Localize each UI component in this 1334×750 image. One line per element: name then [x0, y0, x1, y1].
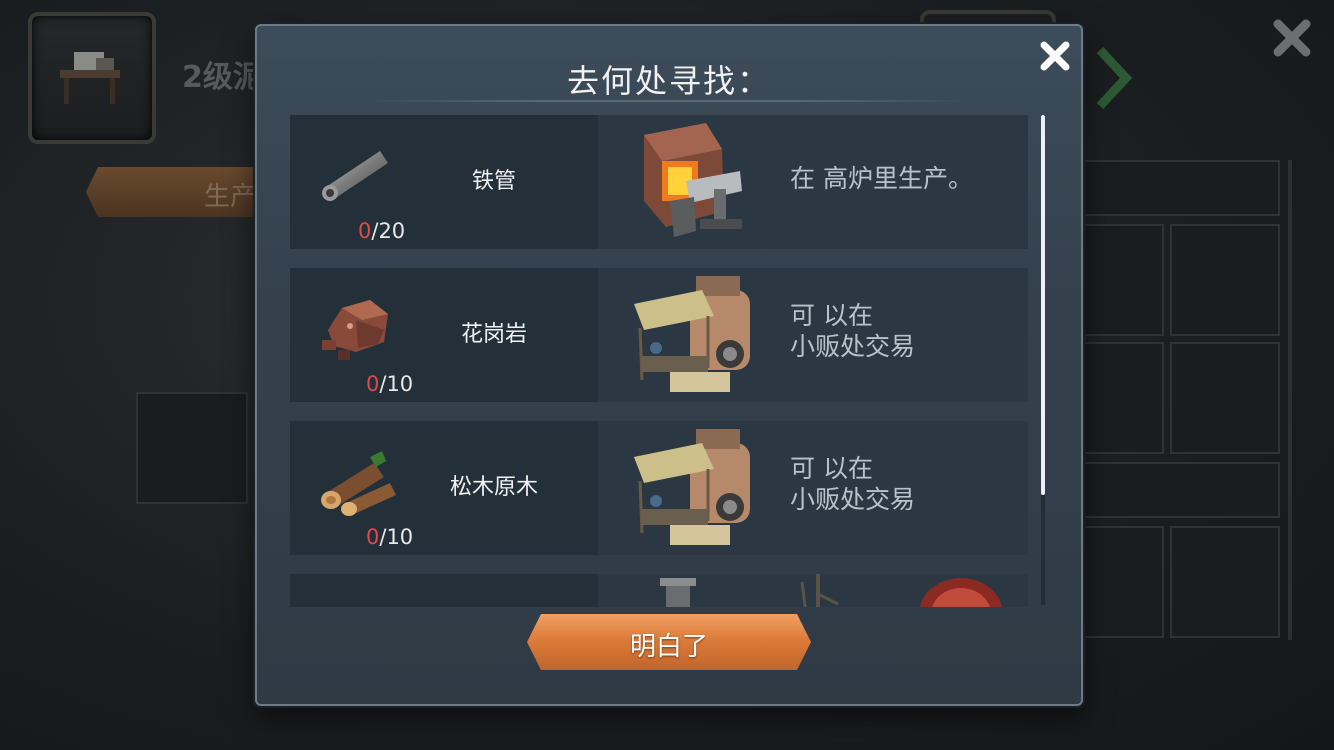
- inventory-slot: [1080, 224, 1164, 336]
- source-cell[interactable]: 可 以在 小贩处交易: [598, 421, 1028, 555]
- list-scrollbar[interactable]: [1041, 115, 1045, 605]
- inventory-slot: [1080, 462, 1280, 518]
- resource-list[interactable]: 铁管 0/20 在 高炉里生产。 花岗岩 0/10 可 以在 小贩处交易 松木原…: [290, 115, 1028, 607]
- item-count: 0/20: [358, 219, 405, 243]
- item-cell: 松木原木 0/10: [290, 421, 598, 555]
- pine-log-icon: [321, 451, 396, 516]
- source-line: 在 高炉里生产。: [790, 164, 973, 193]
- trader-stall-icon: [634, 276, 750, 392]
- source-line: 小贩处交易: [790, 485, 916, 514]
- produce-tab: 生产: [86, 167, 266, 217]
- trader-stall-icon: [634, 429, 750, 545]
- where-to-find-dialog: 去何处寻找： 铁管 0/20 在 高炉里生产。 花岗岩 0/10 可 以在 小贩…: [255, 24, 1083, 706]
- source-cell[interactable]: [598, 574, 1028, 607]
- count-need: /20: [371, 219, 406, 243]
- produce-tab-label: 生产: [204, 182, 257, 212]
- gear-part-icon: [312, 596, 400, 607]
- blast-furnace-icon: [644, 123, 742, 237]
- item-count: 0/10: [366, 372, 413, 396]
- background-title: 2级泥: [182, 60, 263, 95]
- count-have: 0: [366, 525, 380, 549]
- workbench-frame: [28, 12, 156, 144]
- item-cell: [290, 574, 598, 607]
- source-text: 在 高炉里生产。: [790, 163, 1010, 194]
- item-cell: 铁管 0/20: [290, 115, 598, 249]
- workbench-icon: [60, 52, 120, 104]
- inventory-slot: [1170, 342, 1280, 454]
- source-text: 可 以在 小贩处交易: [790, 453, 1010, 515]
- dead-tree-icon: [800, 574, 839, 607]
- count-have: 0: [366, 372, 380, 396]
- source-text: 可 以在 小贩处交易: [790, 300, 1010, 362]
- inventory-slot: [1080, 342, 1164, 454]
- item-name: 松木原木: [449, 475, 538, 500]
- granite-icon: [322, 300, 388, 360]
- background-close-icon: [1273, 19, 1311, 57]
- inventory-slot: [136, 392, 248, 504]
- source-cell[interactable]: 在 高炉里生产。: [598, 115, 1028, 249]
- item-name: 花岗岩: [460, 322, 527, 347]
- meat-icon: [919, 578, 1003, 607]
- item-count: 0/10: [366, 525, 413, 549]
- background-scrollbar: [1288, 160, 1292, 640]
- list-item[interactable]: 铁管 0/20 在 高炉里生产。: [290, 115, 1028, 249]
- source-line: 可 以在: [790, 301, 873, 330]
- iron-pipe-icon: [322, 151, 388, 201]
- inventory-slot: [1080, 160, 1280, 216]
- list-item[interactable]: 花岗岩 0/10 可 以在 小贩处交易: [290, 268, 1028, 402]
- inventory-slot: [1170, 224, 1280, 336]
- source-cell[interactable]: 可 以在 小贩处交易: [598, 268, 1028, 402]
- count-need: /10: [379, 525, 414, 549]
- watchtower-icon: [660, 578, 696, 607]
- list-item[interactable]: 松木原木 0/10 可 以在 小贩处交易: [290, 421, 1028, 555]
- count-need: /10: [379, 372, 414, 396]
- list-item[interactable]: [290, 574, 1028, 607]
- scroll-thumb[interactable]: [1041, 115, 1045, 495]
- item-cell: 花岗岩 0/10: [290, 268, 598, 402]
- got-it-label: 明白了: [629, 632, 708, 662]
- item-name: 铁管: [471, 169, 516, 194]
- close-icon[interactable]: [1037, 38, 1073, 74]
- source-line: 小贩处交易: [790, 332, 916, 361]
- source-line: 可 以在: [790, 454, 873, 483]
- inventory-slot: [1170, 526, 1280, 638]
- dialog-title: 去何处寻找：: [566, 62, 771, 100]
- inventory-slot: [1080, 526, 1164, 638]
- title-divider: [367, 100, 971, 102]
- count-have: 0: [358, 219, 372, 243]
- next-arrow-icon: [1096, 46, 1132, 110]
- got-it-button[interactable]: 明白了: [527, 614, 811, 670]
